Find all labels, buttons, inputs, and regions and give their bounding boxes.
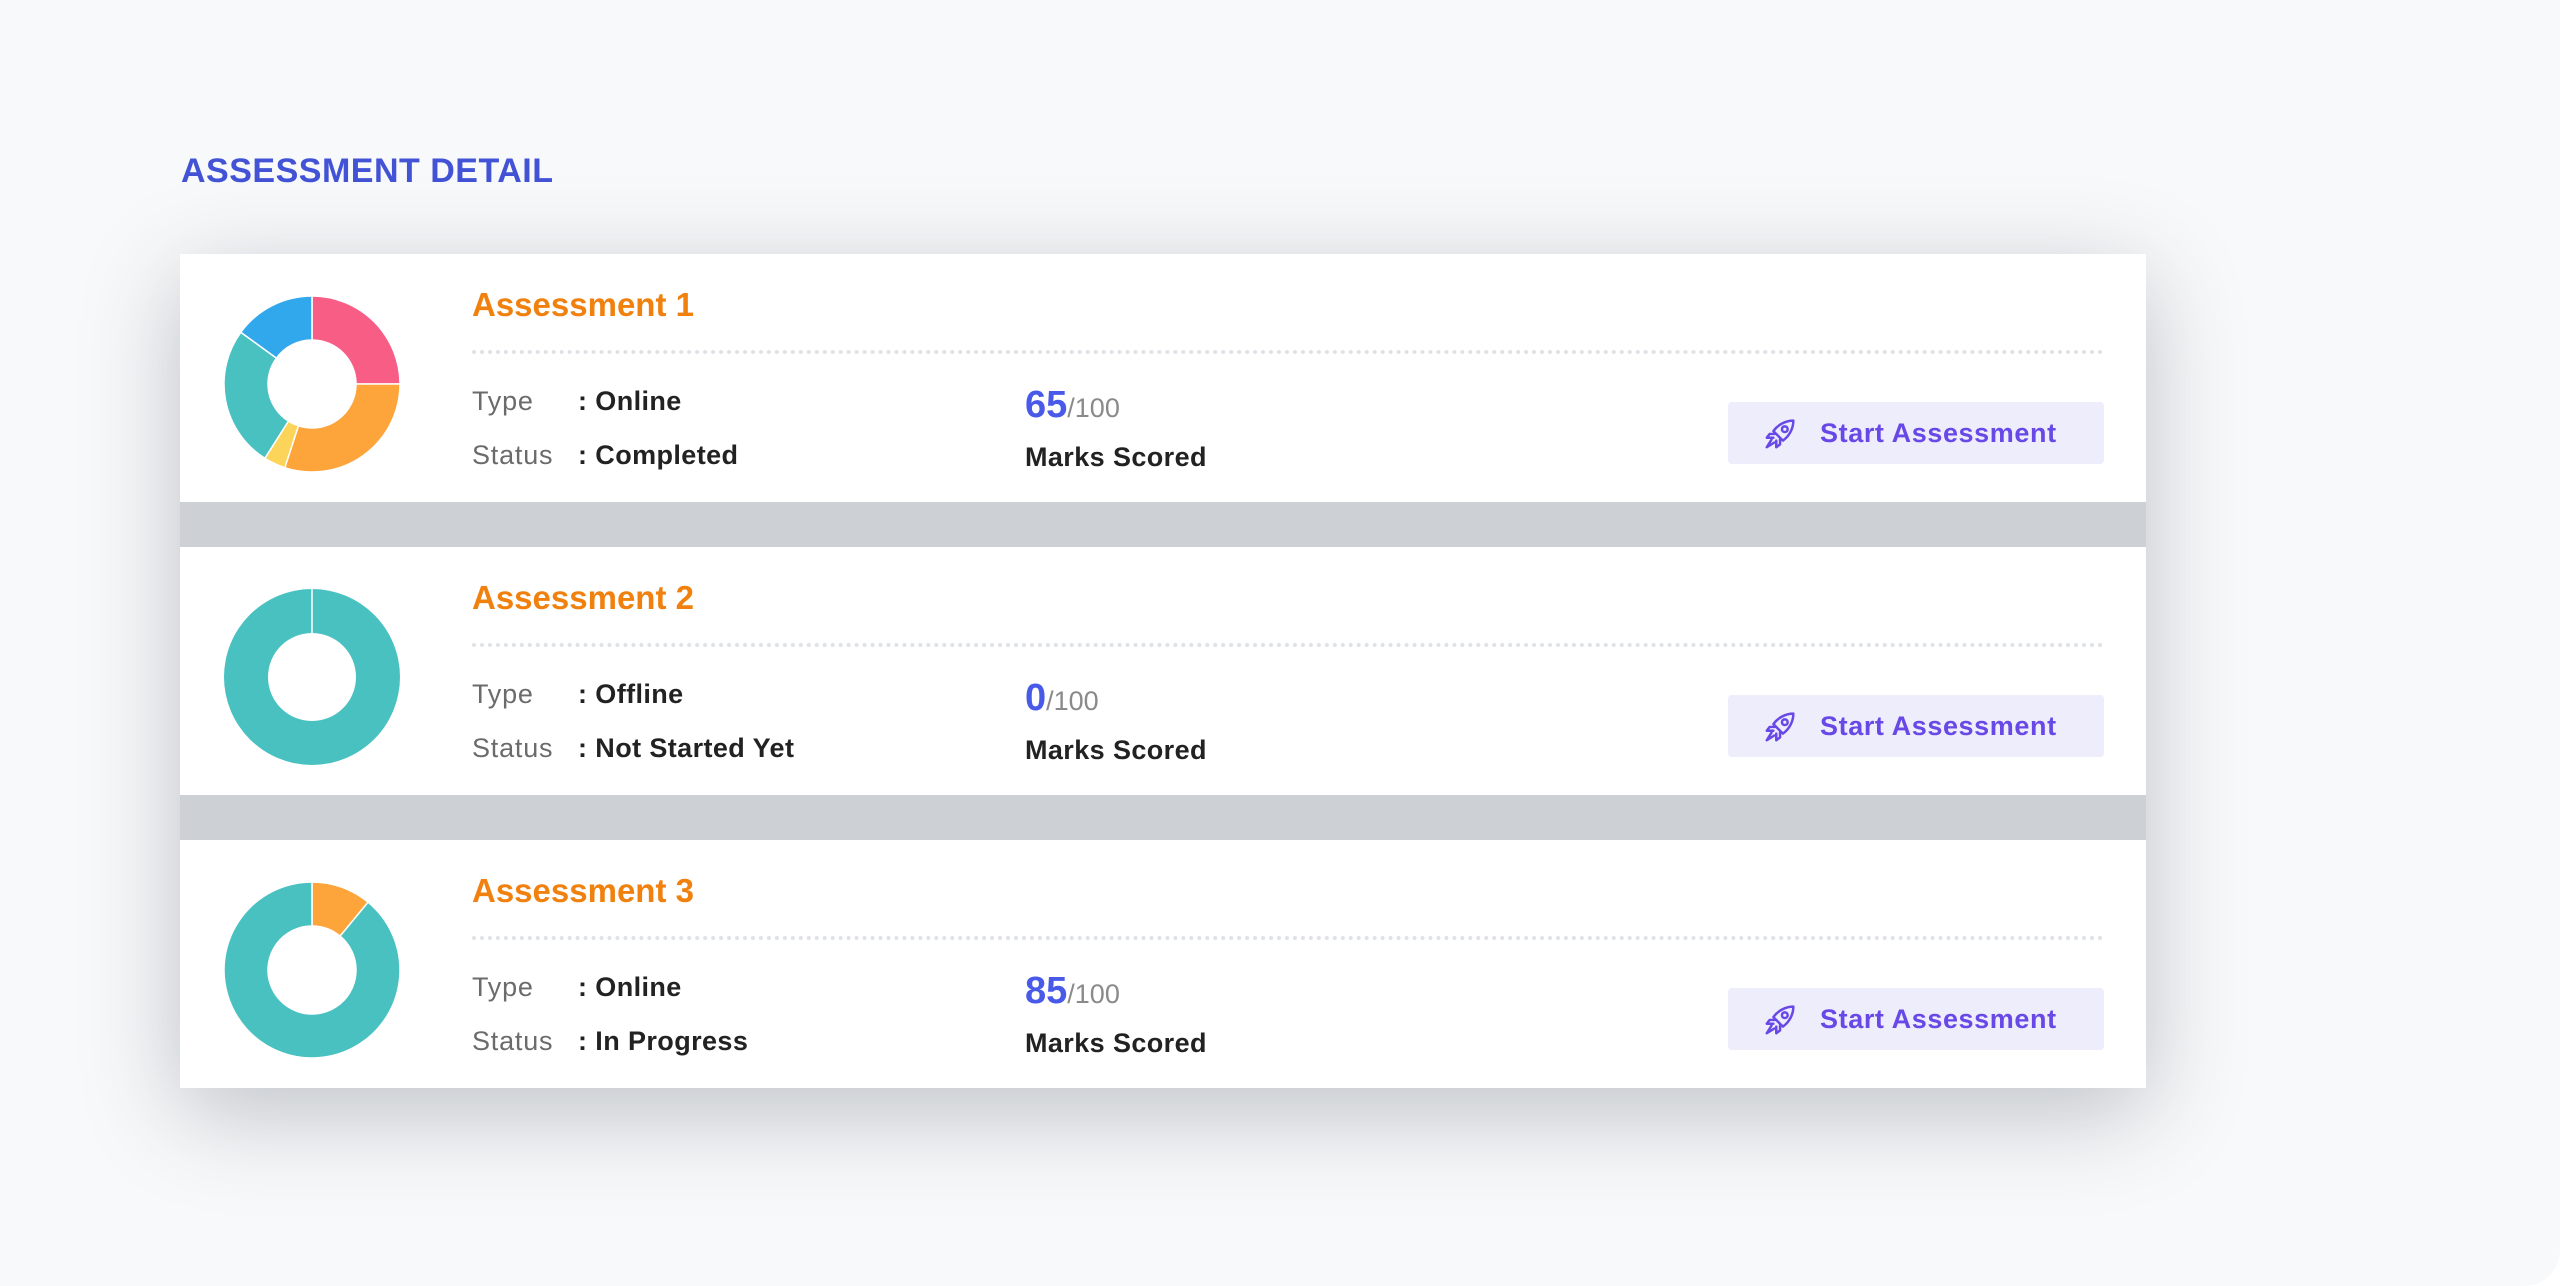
score-total: /100 — [1046, 686, 1099, 716]
assessment-title: Assessment 2 — [472, 579, 694, 616]
type-value: : Online — [578, 972, 682, 1002]
status-label: Status — [472, 440, 554, 470]
start-assessment-label: Start Assessment — [1820, 417, 2057, 448]
assessment-type: Type : Offline — [472, 679, 684, 710]
score: 65/100 — [1025, 384, 1120, 427]
assessment-type: Type : Online — [472, 972, 682, 1003]
dotted-divider — [472, 350, 2104, 354]
score-label: Marks Scored — [1025, 735, 1207, 765]
assessment-card: Assessment 3 Type : Online Status : In Pro… — [180, 840, 2146, 1088]
assessment-status: Status : In Progress — [472, 1026, 748, 1057]
assessment-status: Status : Completed — [472, 440, 738, 471]
assessment-card: Assessment 2 Type : Offline Status : Not S… — [180, 547, 2146, 795]
dotted-divider — [472, 936, 2104, 940]
score-value: 85 — [1025, 970, 1068, 1012]
rocket-icon — [1762, 707, 1800, 745]
start-assessment-button[interactable]: Start Assessment — [1728, 695, 2104, 757]
score-value: 0 — [1025, 677, 1047, 719]
rocket-icon — [1762, 1000, 1800, 1038]
donut-chart-svg — [223, 295, 401, 473]
status-label: Status — [472, 1026, 554, 1056]
donut-segment — [223, 881, 401, 1059]
score-value: 65 — [1025, 384, 1068, 426]
assessment-donut-chart — [222, 294, 402, 474]
donut-chart-svg — [223, 881, 401, 1059]
donut-chart-svg — [224, 589, 400, 765]
page-background: ASSESSMENT DETAIL Assessment 1 Type : Onl… — [0, 0, 2560, 1286]
donut-segment — [283, 383, 401, 473]
assessment-title: Assessment 3 — [472, 872, 694, 909]
assessment-donut-chart — [222, 587, 402, 767]
donut-segment — [311, 295, 401, 385]
assessment-card: Assessment 1 Type : Online Status : Comple… — [180, 254, 2146, 502]
type-value: : Online — [578, 386, 682, 416]
assessment-type: Type : Online — [472, 386, 682, 417]
status-value: : In Progress — [578, 1026, 749, 1056]
type-value: : Offline — [578, 679, 684, 709]
status-value: : Completed — [578, 440, 739, 470]
assessment-title: Assessment 1 — [472, 286, 694, 323]
assessment-list: Assessment 1 Type : Online Status : Comple… — [180, 254, 2146, 1088]
type-label: Type — [472, 386, 534, 416]
score: 85/100 — [1025, 970, 1120, 1013]
rocket-icon — [1762, 414, 1800, 452]
status-value: : Not Started Yet — [578, 733, 795, 763]
start-assessment-button[interactable]: Start Assessment — [1728, 402, 2104, 464]
type-label: Type — [472, 972, 534, 1002]
score: 0/100 — [1025, 677, 1099, 720]
score-total: /100 — [1067, 979, 1120, 1009]
section-title: ASSESSMENT DETAIL — [181, 152, 554, 190]
assessment-status: Status : Not Started Yet — [472, 733, 794, 764]
assessment-donut-chart — [222, 880, 402, 1060]
dotted-divider — [472, 643, 2104, 647]
score-label: Marks Scored — [1025, 1028, 1207, 1058]
score-label: Marks Scored — [1025, 442, 1207, 472]
status-label: Status — [472, 733, 554, 763]
score-total: /100 — [1067, 393, 1120, 423]
type-label: Type — [472, 679, 534, 709]
start-assessment-label: Start Assessment — [1820, 710, 2057, 741]
start-assessment-button[interactable]: Start Assessment — [1728, 988, 2104, 1050]
start-assessment-label: Start Assessment — [1820, 1003, 2057, 1034]
